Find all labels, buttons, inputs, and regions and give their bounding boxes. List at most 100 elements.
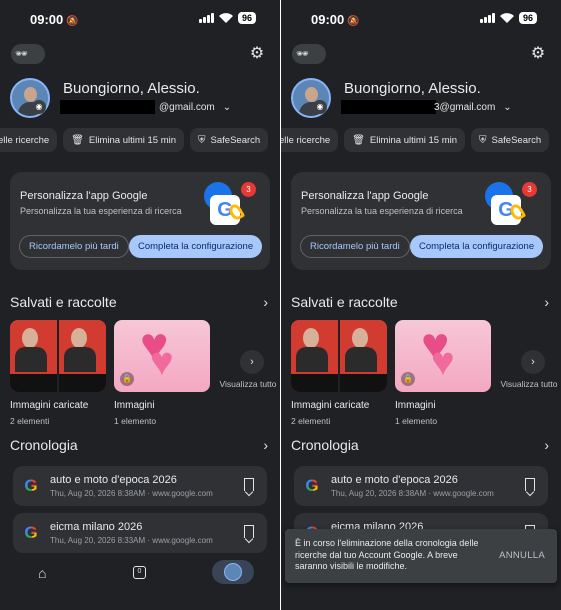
shield-icon: ⛨ bbox=[479, 134, 487, 146]
wifi-icon bbox=[218, 13, 233, 23]
account-switcher[interactable]: @gmail.com ⌄ bbox=[60, 100, 231, 114]
complete-setup-button[interactable]: Completa la configurazione bbox=[129, 235, 263, 258]
history-arrow-icon[interactable]: › bbox=[544, 437, 549, 453]
chip-history[interactable]: elle ricerche bbox=[0, 128, 58, 152]
history-item[interactable]: G auto e moto d'epoca 2026 Thu, Aug 20, … bbox=[294, 466, 548, 506]
collection-uploaded[interactable]: Immagini caricate 2 elementi bbox=[10, 320, 106, 426]
incognito-icon: 🕶 bbox=[296, 48, 309, 60]
greeting: Buongiorno, Alessio. bbox=[63, 80, 200, 97]
collection-count: 1 elemento bbox=[395, 416, 438, 426]
avatar[interactable] bbox=[10, 78, 50, 118]
collection-name: Immagini bbox=[114, 400, 155, 411]
status-icons: 96 bbox=[198, 12, 256, 24]
card-title: Personalizza l'app Google bbox=[20, 190, 148, 202]
google-logo-icon: G bbox=[22, 477, 40, 495]
saved-section-title: Salvati e raccolte bbox=[10, 294, 117, 310]
collection-thumbnail: ♥ ♥ 🔒 bbox=[395, 320, 491, 392]
history-arrow-icon[interactable]: › bbox=[263, 437, 268, 453]
complete-setup-button[interactable]: Completa la configurazione bbox=[410, 235, 544, 258]
chip-safesearch[interactable]: ⛨ SafeSearch bbox=[471, 128, 550, 152]
saved-section-title: Salvati e raccolte bbox=[291, 294, 398, 310]
settings-gear-icon[interactable]: ⚙ bbox=[529, 45, 547, 63]
collection-images[interactable]: ♥ ♥ 🔒 Immagini 1 elemento bbox=[395, 320, 491, 426]
clock: 09:00 🔕 bbox=[30, 12, 79, 27]
greeting: Buongiorno, Alessio. bbox=[344, 80, 481, 97]
collection-images[interactable]: ♥ ♥ 🔒 Immagini 1 elemento bbox=[114, 320, 210, 426]
avatar bbox=[224, 563, 242, 581]
chip-delete-15min[interactable]: 🗑 Elimina ultimi 15 min bbox=[63, 128, 185, 152]
battery-indicator: 96 bbox=[237, 12, 256, 24]
home-icon[interactable]: ⌂ bbox=[38, 565, 46, 581]
arrow-right-icon: › bbox=[240, 350, 264, 374]
wifi-icon bbox=[499, 13, 514, 23]
collection-uploaded[interactable]: Immagini caricate 2 elementi bbox=[291, 320, 387, 426]
snackbar: È in corso l'eliminazione della cronolog… bbox=[285, 529, 557, 583]
bookmark-icon[interactable] bbox=[244, 478, 254, 491]
delete-timer-icon: 🗑 bbox=[352, 134, 365, 146]
signal-icon bbox=[198, 13, 214, 23]
tabs-button[interactable]: 0 bbox=[133, 566, 146, 579]
saved-arrow-icon[interactable]: › bbox=[544, 294, 549, 310]
screen-before: 09:00 🔕 96 🕶 ⚙ ◉ Buongiorno, Alessio. @gm… bbox=[0, 0, 280, 610]
status-bar: 09:00 🔕 96 bbox=[0, 0, 280, 40]
google-setup-icon: G 3 bbox=[487, 182, 537, 226]
notification-badge: 3 bbox=[241, 182, 256, 197]
account-switcher[interactable]: 3@gmail.com ⌄ bbox=[341, 100, 512, 114]
history-section-title: Cronologia bbox=[291, 437, 359, 453]
collection-name: Immagini bbox=[395, 400, 436, 411]
view-all-button[interactable]: › Visualizza tutto bbox=[500, 350, 561, 389]
battery-indicator: 96 bbox=[518, 12, 537, 24]
chevron-down-icon: ⌄ bbox=[503, 101, 512, 113]
lock-icon: 🔒 bbox=[120, 372, 134, 386]
camera-icon[interactable]: ◉ bbox=[313, 100, 327, 114]
undo-button[interactable]: ANNULLA bbox=[499, 550, 545, 561]
bookmark-icon[interactable] bbox=[244, 525, 254, 538]
collection-thumbnail bbox=[291, 320, 387, 392]
incognito-toggle[interactable]: 🕶 bbox=[11, 44, 45, 64]
saved-arrow-icon[interactable]: › bbox=[263, 294, 268, 310]
screen-after: 09:00 🔕 96 🕶 ⚙ ◉ Buongiorno, Alessio. 3@g… bbox=[281, 0, 561, 610]
collection-thumbnail: ♥ ♥ 🔒 bbox=[114, 320, 210, 392]
google-logo-icon: G bbox=[22, 524, 40, 542]
snackbar-message: È in corso l'eliminazione della cronolog… bbox=[295, 538, 479, 571]
mute-bell-icon: 🔕 bbox=[347, 16, 360, 27]
card-subtitle: Personalizza la tua esperienza di ricerc… bbox=[20, 206, 182, 216]
heart-image: ♥ bbox=[150, 340, 174, 384]
history-item[interactable]: G eicma milano 2026 Thu, Aug 20, 2026 8:… bbox=[13, 513, 267, 553]
bottom-nav: ⌂ 0 bbox=[0, 556, 280, 590]
view-all-button[interactable]: › Visualizza tutto bbox=[219, 350, 280, 389]
chip-history[interactable]: elle ricerche bbox=[281, 128, 339, 152]
email-redaction bbox=[341, 100, 436, 114]
remind-later-button[interactable]: Ricordamelo più tardi bbox=[19, 235, 129, 258]
collection-thumbnail bbox=[10, 320, 106, 392]
card-subtitle: Personalizza la tua esperienza di ricerc… bbox=[301, 206, 463, 216]
collection-name: Immagini caricate bbox=[10, 400, 89, 411]
history-item[interactable]: G auto e moto d'epoca 2026 Thu, Aug 20, … bbox=[13, 466, 267, 506]
bookmark-icon[interactable] bbox=[525, 478, 535, 491]
collection-count: 1 elemento bbox=[114, 416, 157, 426]
signal-icon bbox=[479, 13, 495, 23]
quick-chips: elle ricerche 🗑 Elimina ultimi 15 min ⛨ Sa… bbox=[0, 128, 269, 152]
shield-icon: ⛨ bbox=[198, 134, 206, 146]
history-section-title: Cronologia bbox=[10, 437, 78, 453]
email-redaction bbox=[60, 100, 155, 114]
google-logo-icon: G bbox=[303, 477, 321, 495]
personalize-card: Personalizza l'app Google Personalizza l… bbox=[291, 172, 551, 270]
camera-icon[interactable]: ◉ bbox=[32, 100, 46, 114]
profile-tab[interactable] bbox=[212, 560, 254, 584]
avatar[interactable] bbox=[291, 78, 331, 118]
google-setup-icon: G 3 bbox=[206, 182, 256, 226]
collection-count: 2 elementi bbox=[291, 416, 331, 426]
settings-gear-icon[interactable]: ⚙ bbox=[248, 45, 266, 63]
chip-delete-15min[interactable]: 🗑 Elimina ultimi 15 min bbox=[344, 128, 466, 152]
delete-timer-icon: 🗑 bbox=[71, 134, 84, 146]
personalize-card: Personalizza l'app Google Personalizza l… bbox=[10, 172, 270, 270]
heart-image: ♥ bbox=[431, 340, 455, 384]
status-icons: 96 bbox=[479, 12, 537, 24]
chip-safesearch[interactable]: ⛨ SafeSearch bbox=[190, 128, 269, 152]
card-title: Personalizza l'app Google bbox=[301, 190, 429, 202]
remind-later-button[interactable]: Ricordamelo più tardi bbox=[300, 235, 410, 258]
incognito-toggle[interactable]: 🕶 bbox=[292, 44, 326, 64]
arrow-right-icon: › bbox=[521, 350, 545, 374]
email-text: @gmail.com bbox=[159, 101, 215, 113]
